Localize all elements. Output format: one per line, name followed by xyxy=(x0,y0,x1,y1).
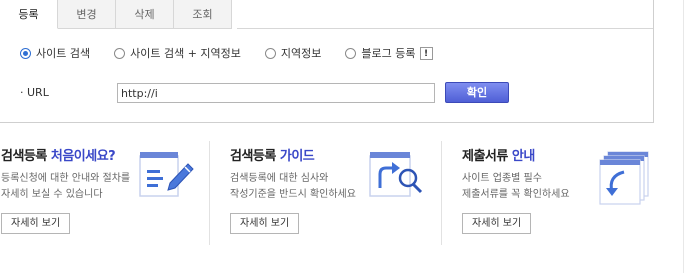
magnifier-guide-icon xyxy=(369,152,423,197)
tab-delete[interactable]: 삭제 xyxy=(116,0,174,29)
option-blog-register-label: 블로그 등록 xyxy=(361,47,416,60)
option-site-search-label: 사이트 검색 xyxy=(36,47,91,60)
radio-site-search-local[interactable] xyxy=(114,47,126,59)
registration-panel: 등록 변경 삭제 조회 사이트 검색 사이트 검색 + 지역정보 지역정보 블로… xyxy=(0,0,654,123)
tab-register[interactable]: 등록 xyxy=(0,0,58,29)
detail-button[interactable]: 자세히 보기 xyxy=(1,213,71,234)
radio-local-info[interactable] xyxy=(264,47,276,59)
option-site-search-local[interactable]: 사이트 검색 + 지역정보 xyxy=(114,45,241,61)
url-label: · URL xyxy=(20,86,49,99)
promo-divider xyxy=(441,141,442,245)
tab-bar: 등록 변경 삭제 조회 xyxy=(0,0,232,30)
detail-button[interactable]: 자세히 보기 xyxy=(230,213,300,234)
url-input[interactable] xyxy=(117,83,435,103)
page-edge-line xyxy=(683,0,684,273)
radio-blog-register[interactable] xyxy=(345,47,357,59)
option-site-search[interactable]: 사이트 검색 xyxy=(20,45,90,61)
tab-change[interactable]: 변경 xyxy=(58,0,116,29)
option-local-info[interactable]: 지역정보 xyxy=(264,45,322,61)
tab-lookup[interactable]: 조회 xyxy=(174,0,232,29)
document-stack-icon xyxy=(599,151,649,205)
option-blog-register[interactable]: 블로그 등록 ! xyxy=(345,45,433,61)
promo-divider xyxy=(209,141,210,245)
radio-site-search[interactable] xyxy=(20,47,31,59)
tab-divider-line xyxy=(237,28,653,29)
document-pencil-icon xyxy=(139,152,194,197)
option-local-info-label: 지역정보 xyxy=(280,47,322,60)
detail-button[interactable]: 자세히 보기 xyxy=(462,213,532,234)
option-site-search-local-label: 사이트 검색 + 지역정보 xyxy=(130,47,241,60)
registration-type-options: 사이트 검색 사이트 검색 + 지역정보 지역정보 블로그 등록 ! xyxy=(20,44,433,62)
confirm-button[interactable]: 확인 xyxy=(445,82,509,103)
info-icon[interactable]: ! xyxy=(419,46,433,60)
